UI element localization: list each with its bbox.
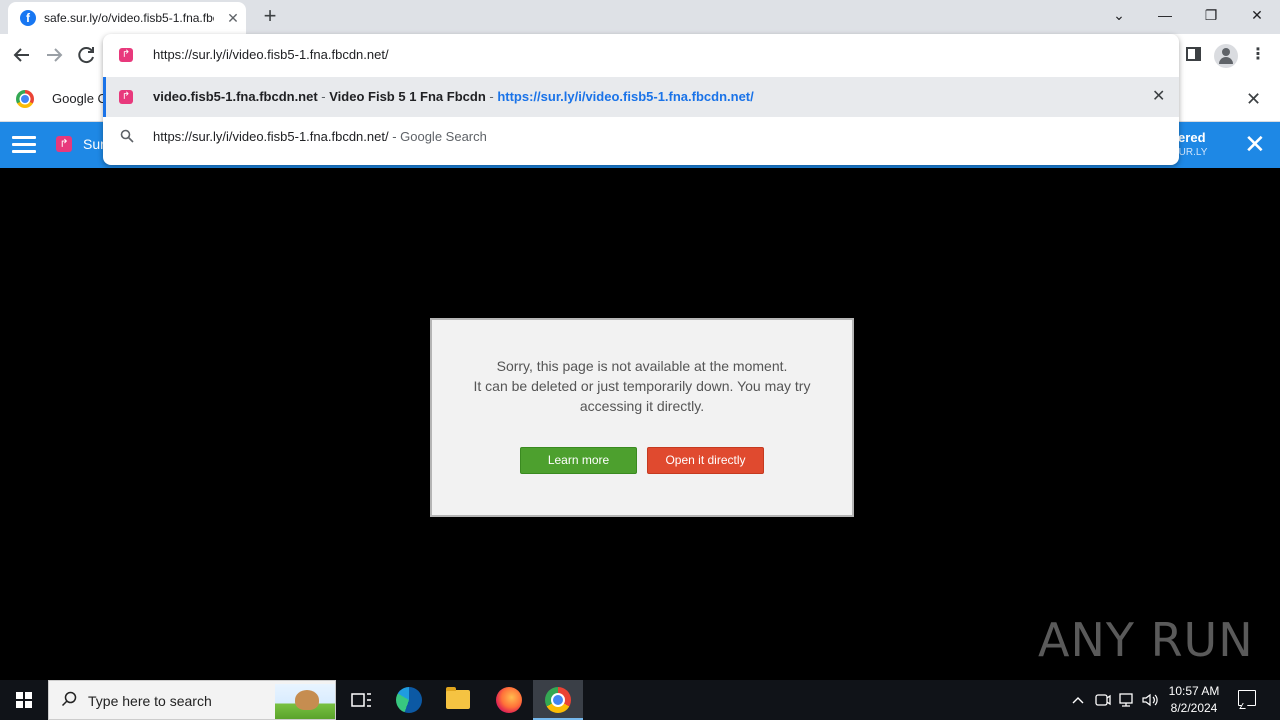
taskbar: Type here to search 10:57 AM 8/2/2024 [0,680,1280,720]
google-chrome-icon [16,90,34,108]
windows-logo-icon [16,692,32,708]
forward-button[interactable] [42,43,66,67]
omnibox-dropdown: ↱ https://sur.ly/i/video.fisb5-1.fna.fbc… [103,34,1179,165]
search-suffix: - Google Search [388,129,487,144]
omnibox-search-suggestion[interactable]: https://sur.ly/i/video.fisb5-1.fna.fbcdn… [103,117,1179,157]
task-view-icon[interactable] [346,685,376,715]
clock-time[interactable]: 10:57 AM [1166,684,1222,698]
search-highlight-image [275,684,335,719]
show-hidden-icons-icon[interactable] [1071,690,1085,715]
address-input[interactable]: https://sur.ly/i/video.fisb5-1.fna.fbcdn… [153,47,389,62]
suggestion-page-name: Video Fisb 5 1 Fna Fbcdn [329,89,486,104]
edge-icon[interactable] [396,687,422,713]
surly-site-icon: ↱ [119,48,133,62]
meet-now-icon[interactable] [1094,690,1112,715]
reload-button[interactable] [74,43,98,67]
open-directly-button[interactable]: Open it directly [647,447,764,474]
file-explorer-icon[interactable] [446,687,470,709]
clock-date[interactable]: 8/2/2024 [1166,701,1222,715]
minimize-button[interactable]: — [1142,0,1188,30]
reload-icon [78,47,94,64]
tab-search-button[interactable]: ⌄ [1096,0,1142,30]
tab-strip: f safe.sur.ly/o/video.fisb5-1.fna.fbcdn.… [0,0,1280,34]
chrome-icon[interactable] [545,687,571,713]
anyrun-watermark: ANY RUN [1038,613,1254,667]
suggestion-url: https://sur.ly/i/video.fisb5-1.fna.fbcdn… [497,89,754,104]
surly-name: Sur [83,136,105,152]
unavailable-dialog: Sorry, this page is not available at the… [430,318,854,517]
surly-logo-icon: ↱ [56,136,72,152]
volume-icon[interactable] [1141,690,1159,715]
search-placeholder: Type here to search [88,693,212,709]
profile-avatar-icon[interactable] [1214,44,1238,68]
hamburger-menu-icon[interactable] [12,136,36,154]
dialog-message-line1: Sorry, this page is not available at the… [496,358,788,374]
close-window-button[interactable]: ✕ [1234,0,1280,30]
back-arrow-icon [13,48,29,62]
learn-more-button[interactable]: Learn more [520,447,637,474]
infobar-close-icon[interactable]: ✕ [1246,89,1261,110]
back-button[interactable] [10,43,34,67]
network-icon[interactable] [1117,690,1135,715]
dialog-message-line2: It can be deleted or just temporarily do… [473,378,811,414]
surly-close-icon[interactable]: ✕ [1244,130,1266,158]
search-query: https://sur.ly/i/video.fisb5-1.fna.fbcdn… [153,129,389,144]
suggestion-title: video.fisb5-1.fna.fbcdn.net [153,89,318,104]
forward-arrow-icon [47,48,63,62]
browser-tab[interactable]: f safe.sur.ly/o/video.fisb5-1.fna.fbcdn.… [8,2,246,34]
new-tab-button[interactable]: + [258,5,282,28]
start-button[interactable] [0,680,48,720]
suggestion-separator: - [485,89,498,104]
firefox-icon[interactable] [496,687,522,713]
chrome-menu-icon[interactable]: ⋮ [1250,45,1266,65]
tab-close-icon[interactable]: ✕ [224,9,242,27]
taskbar-search[interactable]: Type here to search [48,680,336,720]
facebook-favicon-icon: f [20,10,36,26]
tab-title: safe.sur.ly/o/video.fisb5-1.fna.fbcdn.ne… [44,11,214,25]
surly-site-icon: ↱ [119,90,133,104]
omnibox-suggestion[interactable]: ↱ video.fisb5-1.fna.fbcdn.net - Video Fi… [103,77,1179,117]
bookmark-item[interactable]: Google C [52,91,107,106]
address-bar[interactable]: ↱ https://sur.ly/i/video.fisb5-1.fna.fbc… [103,34,1179,76]
restore-button[interactable]: ❐ [1188,0,1234,30]
side-panel-icon[interactable] [1186,47,1201,61]
search-icon [61,691,77,712]
notification-center-icon[interactable] [1238,690,1256,706]
search-icon [120,129,134,143]
suggestion-separator: - [317,89,330,104]
remove-suggestion-icon[interactable]: ✕ [1152,86,1165,106]
